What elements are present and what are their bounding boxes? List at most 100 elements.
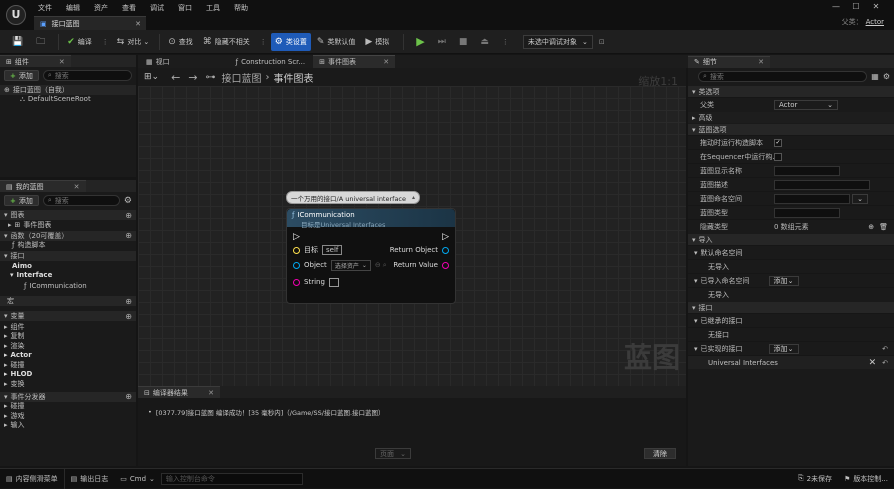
add-icon[interactable]: ⊕ <box>868 223 874 231</box>
interface-item-icommunication[interactable]: ƒ ICommunication <box>0 280 136 291</box>
dispatcher-category[interactable]: ▸ 碰撞 <box>0 402 136 412</box>
step-button[interactable]: ⏭ <box>434 33 453 51</box>
document-tab[interactable]: ▣ 接口蓝图 ✕ <box>34 16 146 30</box>
minimize-icon[interactable]: — <box>826 2 846 11</box>
table-view-icon[interactable]: ▦ <box>871 72 879 81</box>
comment-bubble[interactable]: 一个万用的接口/A universal interface ▴ <box>286 191 420 204</box>
section-graphs[interactable]: ▾ 图表 ⊕ <box>0 209 136 220</box>
find-button[interactable]: ⊙ 查找 <box>164 33 197 51</box>
section-blueprint-options[interactable]: ▾ 蓝图选项 <box>688 123 894 135</box>
section-interfaces[interactable]: ▾ 接口 <box>0 250 136 261</box>
hide-unrelated-button[interactable]: ⌘ 隐藏不相关 <box>199 33 254 51</box>
compiler-results-tab[interactable]: ⊟ 编译器结果 ✕ <box>138 386 220 398</box>
trash-icon[interactable]: 🗑 <box>879 223 888 231</box>
display-name-input[interactable] <box>774 165 840 176</box>
string-pin[interactable] <box>293 278 300 286</box>
gear-icon[interactable]: ⚙ <box>124 196 132 206</box>
variable-category[interactable]: ▸ 组件 <box>0 322 136 332</box>
object-asset-select[interactable]: 选择资产 ⌄ <box>330 259 371 271</box>
menu-asset[interactable]: 资产 <box>94 3 108 13</box>
interface-category-interface[interactable]: ▾ Interface <box>0 271 136 281</box>
tab-viewport[interactable]: ▦ 视口 <box>138 55 178 68</box>
variable-category[interactable]: ▸ 变换 <box>0 379 136 389</box>
parent-class-link[interactable]: Actor <box>866 18 884 26</box>
details-search-input[interactable]: ⌕ 搜索 <box>698 71 868 82</box>
browse-icon[interactable]: ⌕ <box>383 261 387 270</box>
debug-target-select[interactable]: 未选中调试对象 ⌄ <box>522 34 593 49</box>
exec-in-pin[interactable]: ▷ <box>293 232 300 242</box>
namespace-dropdown[interactable]: ⌄ <box>852 193 868 204</box>
interface-category-aimo[interactable]: Aimo <box>0 261 136 271</box>
object-pin[interactable] <box>293 261 300 269</box>
component-root[interactable]: ⊕ 接口蓝图（自我） <box>0 85 136 95</box>
components-tab[interactable]: ⊞ 组件 ✕ <box>0 55 71 67</box>
page-select[interactable]: 页面 ⌄ <box>375 448 411 459</box>
close-icon[interactable]: ✕ <box>383 58 389 66</box>
menu-window[interactable]: 窗口 <box>178 3 192 13</box>
compile-button[interactable]: ✔ 编译 <box>63 33 96 51</box>
remove-icon[interactable]: ✕ <box>869 358 877 368</box>
section-interfaces[interactable]: ▾ 接口 <box>688 301 894 313</box>
menu-file[interactable]: 文件 <box>38 3 52 13</box>
component-scene-root[interactable]: ⛬ DefaultSceneRoot <box>0 95 136 105</box>
forward-arrow-icon[interactable]: → <box>188 71 197 84</box>
more-icon[interactable]: ⋮ <box>102 38 109 46</box>
console-input[interactable]: 输入控制台命令 <box>160 472 303 485</box>
close-icon[interactable]: ✕ <box>135 20 141 28</box>
more-icon[interactable]: ⋮ <box>502 38 509 46</box>
close-window-icon[interactable]: ✕ <box>866 2 886 11</box>
browse-button[interactable]: 🗀 <box>32 33 52 51</box>
description-input[interactable] <box>774 179 870 190</box>
add-icon[interactable]: ⊕ <box>125 297 132 306</box>
menu-edit[interactable]: 编辑 <box>66 3 80 13</box>
stop-button[interactable]: ■ <box>455 33 475 51</box>
section-variables[interactable]: ▾ 变量 ⊕ <box>0 310 136 321</box>
menu-view[interactable]: 查看 <box>122 3 136 13</box>
string-input[interactable] <box>328 277 339 287</box>
close-icon[interactable]: ✕ <box>74 183 80 191</box>
add-component-button[interactable]: + 添加 <box>4 70 39 81</box>
details-tab[interactable]: ✎ 细节 ✕ <box>688 55 770 68</box>
content-drawer-button[interactable]: ▤ 内容侧滑菜单 <box>0 468 65 489</box>
class-defaults-button[interactable]: ✎ 类默认值 <box>313 33 360 51</box>
add-icon[interactable]: ⊕ <box>125 312 132 321</box>
components-search-input[interactable]: ⌕ 搜索 <box>42 70 132 81</box>
run-construction-checkbox[interactable]: ✓ <box>774 138 782 147</box>
menu-debug[interactable]: 调试 <box>150 3 164 13</box>
more-icon[interactable]: ⋮ <box>260 38 267 46</box>
add-icon[interactable]: ⊕ <box>125 211 132 220</box>
source-control-button[interactable]: ⚑ 版本控制... <box>838 469 894 489</box>
return-value-pin[interactable] <box>442 261 449 269</box>
prop-default-namespace[interactable]: ▾ 默认命名空间 <box>688 245 894 259</box>
variable-category[interactable]: ▸ 碰撞 <box>0 360 136 370</box>
close-icon[interactable]: ✕ <box>758 58 764 66</box>
simulate-button[interactable]: ▶ 模拟 <box>361 33 393 51</box>
menu-tools[interactable]: 工具 <box>206 3 220 13</box>
prop-inherited-interfaces[interactable]: ▾ 已继承的接口 <box>688 313 894 327</box>
unsaved-button[interactable]: ⎘ 2未保存 <box>792 469 838 489</box>
imported-ns-add-button[interactable]: 添加 ⌄ <box>768 275 799 286</box>
add-icon[interactable]: ⊕ <box>125 231 132 240</box>
reset-arrow-icon[interactable]: ↶ <box>882 345 888 353</box>
class-settings-button[interactable]: ⚙ 类设置 <box>270 32 311 51</box>
dispatcher-category[interactable]: ▸ 游戏 <box>0 411 136 421</box>
dispatcher-category[interactable]: ▸ 输入 <box>0 421 136 431</box>
add-icon[interactable]: ⊕ <box>125 392 132 401</box>
function-item-construct[interactable]: ƒ 构造脚本 <box>0 241 136 251</box>
clear-button[interactable]: 清除 <box>644 448 676 459</box>
run-sequencer-checkbox[interactable] <box>774 152 782 161</box>
target-pin[interactable] <box>293 246 300 254</box>
implemented-add-button[interactable]: 添加 ⌄ <box>768 343 799 354</box>
return-object-pin[interactable] <box>442 246 449 254</box>
back-arrow-icon[interactable]: ← <box>171 71 180 84</box>
diff-button[interactable]: ⇆ 对比 ⌄ <box>113 33 153 51</box>
eject-button[interactable]: ⏏ <box>476 33 496 51</box>
section-class-options[interactable]: ▾ 类选项 <box>688 85 894 97</box>
parent-class-select[interactable]: Actor ⌄ <box>774 99 838 110</box>
my-blueprint-tab[interactable]: ▤ 我的蓝图 ✕ <box>0 180 86 192</box>
variable-category[interactable]: ▸ 渲染 <box>0 341 136 351</box>
menu-help[interactable]: 帮助 <box>234 3 248 13</box>
my-blueprint-search-input[interactable]: ⌕ 搜索 <box>42 195 120 206</box>
tab-event-graph[interactable]: ⊞ 事件图表 ✕ <box>313 55 396 68</box>
maximize-icon[interactable]: ☐ <box>846 2 866 11</box>
